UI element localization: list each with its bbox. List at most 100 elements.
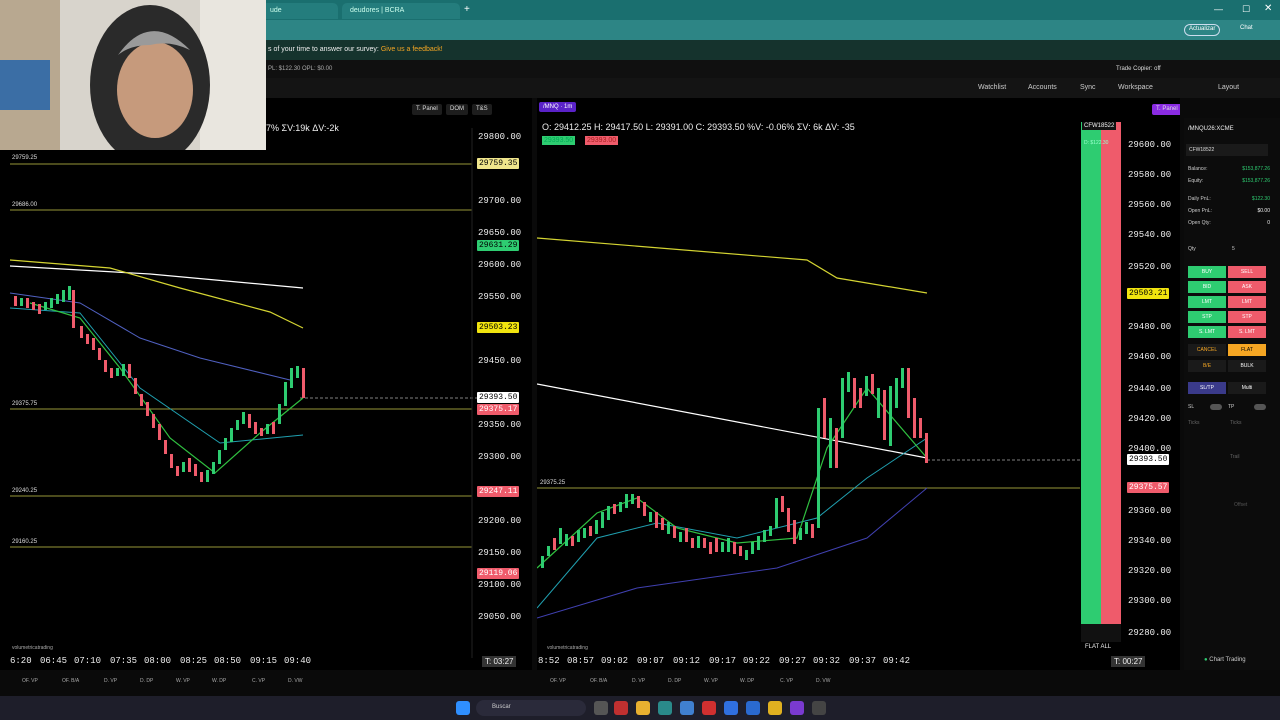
toolbar-button[interactable]: C. VP — [780, 678, 793, 684]
y-tick: 29800.00 — [478, 132, 522, 142]
buy-limit-button[interactable]: LMT — [1188, 296, 1226, 308]
account-select[interactable]: CFW18522 — [1186, 144, 1268, 156]
x-tick: 09:02 — [601, 656, 629, 666]
buy-stop-button[interactable]: STP — [1188, 311, 1226, 323]
price-tag: 29119.06 — [477, 568, 520, 579]
search-box[interactable]: Buscar — [476, 700, 586, 716]
left-chart-canvas[interactable] — [0, 98, 532, 670]
toolbar-button[interactable]: D. DP — [668, 678, 681, 684]
app-icon[interactable] — [790, 701, 804, 715]
bar-timer: T: 03:27 — [482, 656, 517, 667]
mail-icon[interactable] — [746, 701, 760, 715]
x-tick: 08:50 — [214, 656, 242, 666]
level-label: 29375.25 — [540, 480, 566, 486]
browser-tab[interactable]: deudores | BCRA — [342, 3, 460, 19]
account-select-value: CFW18522 — [1189, 147, 1215, 153]
qty-input[interactable]: 5 — [1232, 246, 1235, 252]
y-tick: 29300.00 — [1128, 596, 1172, 606]
sync-button[interactable]: Sync — [1080, 84, 1096, 91]
y-tick: 29580.00 — [1128, 170, 1172, 180]
buy-stop-limit-button[interactable]: S. LMT — [1188, 326, 1226, 338]
toolbar-button[interactable]: W. DP — [740, 678, 754, 684]
x-tick: 09:32 — [813, 656, 841, 666]
toolbar-button[interactable]: D. VP — [632, 678, 645, 684]
y-tick: 29520.00 — [1128, 262, 1172, 272]
sell-button[interactable]: SELL — [1228, 266, 1266, 278]
folder-icon[interactable] — [636, 701, 650, 715]
task-view-icon[interactable] — [594, 701, 608, 715]
toolbar-button[interactable]: D. DP — [140, 678, 153, 684]
symbol-label[interactable]: /MNQU26:XCME — [1188, 126, 1234, 132]
watchlist-button[interactable]: Watchlist — [978, 84, 1006, 91]
sell-stop-button[interactable]: STP — [1228, 311, 1266, 323]
x-tick: 06:45 — [40, 656, 68, 666]
open-qty-label: Open Qty: — [1188, 220, 1211, 226]
flat-all-button[interactable]: FLAT ALL — [1085, 644, 1111, 650]
watermark: volumetricatrading — [547, 645, 588, 651]
app-icon[interactable] — [812, 701, 826, 715]
breakeven-button[interactable]: B/E — [1188, 360, 1226, 372]
toolbar-button[interactable]: W. VP — [176, 678, 190, 684]
open-pnl-value: $0.00 — [1257, 208, 1270, 214]
trade-copier-status[interactable]: Trade Copier: off — [1116, 66, 1161, 72]
toolbar-button[interactable]: D. VP — [104, 678, 117, 684]
close-icon[interactable]: ✕ — [1264, 3, 1272, 14]
candles — [14, 286, 305, 482]
cancel-button[interactable]: CANCEL — [1188, 344, 1226, 356]
browser-tab[interactable]: ude — [262, 3, 338, 19]
buy-button[interactable]: BUY — [1188, 266, 1226, 278]
multi-tab[interactable]: Multi — [1228, 382, 1266, 394]
bulk-button[interactable]: BULK — [1228, 360, 1266, 372]
x-tick: 8:52 — [538, 656, 560, 666]
ask-button[interactable]: ASK — [1228, 281, 1266, 293]
right-chart-canvas[interactable] — [537, 98, 1180, 670]
x-tick: 09:15 — [250, 656, 278, 666]
toolbar-button[interactable]: W. DP — [212, 678, 226, 684]
chart-trading-toggle[interactable]: ● Chart Trading — [1204, 657, 1246, 663]
update-button[interactable]: Actualizar — [1184, 24, 1221, 36]
x-tick: 6:20 — [10, 656, 32, 666]
survey-link[interactable]: Give us a feedback! — [381, 46, 443, 53]
workspace-button[interactable]: Workspace — [1118, 84, 1153, 91]
layout-button[interactable]: Layout — [1218, 84, 1239, 91]
windows-taskbar: Buscar — [0, 696, 1280, 720]
chat-button[interactable]: Chat — [1240, 25, 1253, 31]
left-chart-panel[interactable]: T. Panel DOM T&S 7% ΣV:19k ΔV:-2k 29759.… — [0, 98, 532, 670]
toolbar-button[interactable]: OF. B/A — [590, 678, 607, 684]
chrome-icon[interactable] — [768, 701, 782, 715]
sell-stop-limit-button[interactable]: S. LMT — [1228, 326, 1266, 338]
accounts-button[interactable]: Accounts — [1028, 84, 1057, 91]
status-dot-icon: ● — [1204, 657, 1208, 663]
toolbar-button[interactable]: OF. VP — [550, 678, 566, 684]
toolbar-button[interactable]: OF. VP — [22, 678, 38, 684]
store-icon[interactable] — [680, 701, 694, 715]
new-tab-icon[interactable]: + — [464, 4, 470, 15]
start-icon[interactable] — [456, 701, 470, 715]
x-tick: 09:07 — [637, 656, 665, 666]
toolbar-button[interactable]: C. VP — [252, 678, 265, 684]
sell-limit-button[interactable]: LMT — [1228, 296, 1266, 308]
toolbar-button[interactable]: D. VW — [288, 678, 302, 684]
right-chart-panel[interactable]: /MNQ · 1m T. Panel O: 29412.25 H: 29417.… — [537, 98, 1180, 670]
flat-button[interactable]: FLAT — [1228, 344, 1266, 356]
x-tick: 09:40 — [284, 656, 312, 666]
maximize-icon[interactable]: ☐ — [1242, 4, 1250, 15]
app-icon[interactable] — [614, 701, 628, 715]
toolbar-button[interactable]: D. VW — [816, 678, 830, 684]
sl-toggle[interactable] — [1210, 404, 1222, 410]
tp-toggle[interactable] — [1254, 404, 1266, 410]
sltp-tab[interactable]: SL/TP — [1188, 382, 1226, 394]
y-tick: 29100.00 — [478, 580, 522, 590]
price-tag: 29375.57 — [1127, 482, 1170, 493]
tab-label: ude — [270, 7, 282, 14]
app-icon[interactable] — [702, 701, 716, 715]
balance-value: $153,877.26 — [1242, 166, 1270, 172]
minimize-icon[interactable]: — — [1214, 4, 1223, 14]
toolbar-button[interactable]: W. VP — [704, 678, 718, 684]
bid-button[interactable]: BID — [1188, 281, 1226, 293]
toolbar-button[interactable]: OF. B/A — [62, 678, 79, 684]
x-tick: 08:00 — [144, 656, 172, 666]
y-tick: 29420.00 — [1128, 414, 1172, 424]
help-icon[interactable] — [724, 701, 738, 715]
edge-icon[interactable] — [658, 701, 672, 715]
